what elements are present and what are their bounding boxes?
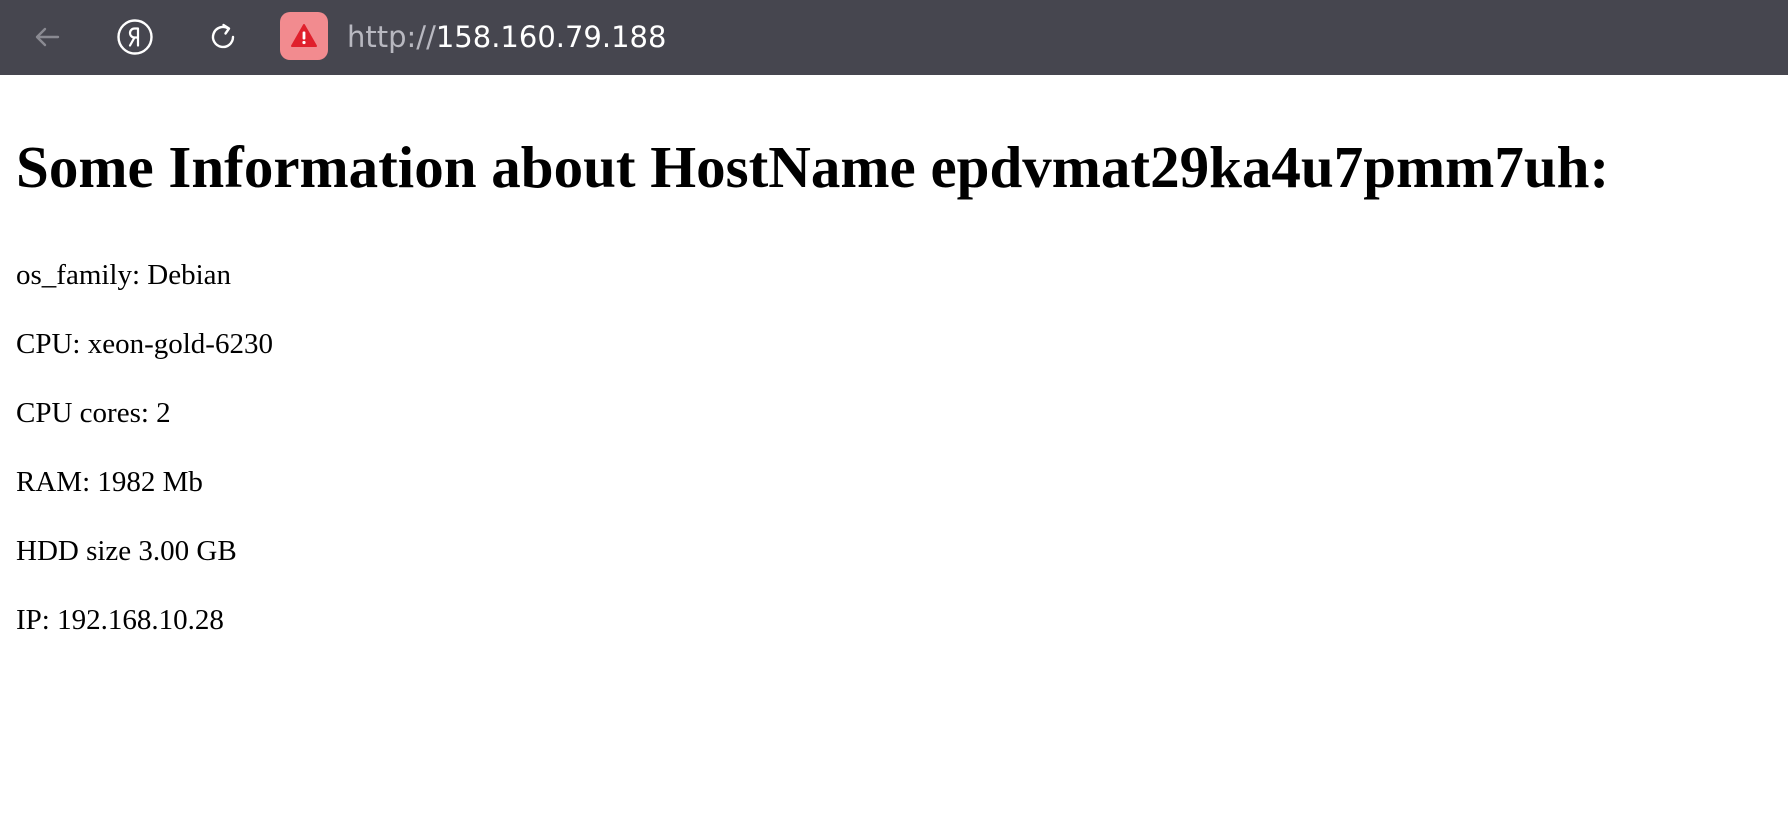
browser-toolbar: http://158.160.79.188 xyxy=(0,0,1788,75)
connection-security-button[interactable] xyxy=(280,12,328,60)
ram-line: RAM: 1982 Mb xyxy=(16,465,203,498)
yandex-logo-icon xyxy=(117,19,153,55)
ip-line: IP: 192.168.10.28 xyxy=(16,603,224,636)
warning-triangle-icon xyxy=(291,24,317,47)
reload-button[interactable] xyxy=(200,14,246,60)
os-family-line: os_family: Debian xyxy=(16,258,232,291)
back-button[interactable] xyxy=(24,14,70,60)
cpu-line: CPU: xeon-gold-6230 xyxy=(16,327,273,360)
url-scheme: http:// xyxy=(347,20,436,54)
page-title: Some Information about HostName epdvmat2… xyxy=(16,134,1610,200)
host-info-list: os_family: Debian CPU: xeon-gold-6230 CP… xyxy=(16,257,1776,671)
page-content: Some Information about HostName epdvmat2… xyxy=(16,75,1776,671)
url-host: 158.160.79.188 xyxy=(435,20,667,54)
reload-icon xyxy=(211,23,235,49)
address-bar[interactable]: http://158.160.79.188 xyxy=(347,14,666,60)
cpu-cores-line: CPU cores: 2 xyxy=(16,396,171,429)
hdd-size-line: HDD size 3.00 GB xyxy=(16,534,237,567)
arrow-left-icon xyxy=(35,27,60,47)
yandex-button[interactable] xyxy=(112,14,158,60)
